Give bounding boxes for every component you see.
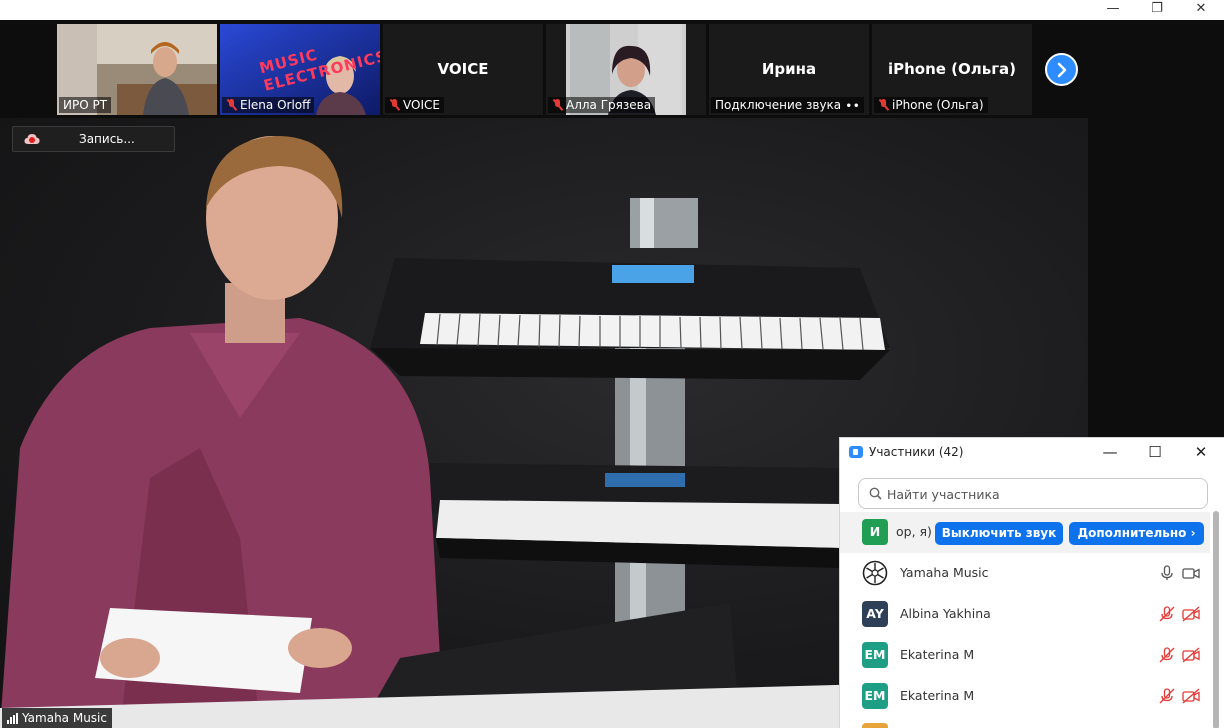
thumbnail-label: Подключение звука ∙∙ [711,97,864,113]
microphone-icon[interactable] [1158,565,1176,581]
close-button[interactable]: ✕ [1178,0,1224,20]
participant-name: Yamaha Music [900,565,989,580]
participant-search[interactable] [858,478,1208,509]
thumbnail-tile[interactable]: Ирина Подключение звука ∙∙ [709,24,869,115]
camera-off-icon[interactable] [1182,647,1200,663]
participants-panel: Участники (42) — ☐ ✕ И ор, я) Выключить … [839,437,1224,728]
thumbnail-label: iPhone (Ольга) [874,97,988,113]
camera-icon[interactable] [1182,565,1200,581]
next-page-button[interactable] [1045,53,1078,86]
signal-strength-icon [7,712,18,724]
chevron-right-icon [1057,62,1067,78]
mic-muted-icon [878,99,889,111]
minimize-button[interactable]: — [1090,0,1136,20]
window-title-bar: — ❐ ✕ [0,0,1224,20]
thumbnail-label: ИРО РТ [59,97,112,113]
recording-label: Запись... [79,132,135,146]
thumbnail-video[interactable]: Алла Грязева [546,24,706,115]
thumbnail-tile[interactable]: iPhone (Ольга) iPhone (Ольга) [872,24,1032,115]
participant-name-large: iPhone (Ольга) [887,60,1017,78]
avatar: EM [862,683,888,709]
avatar: EM [862,642,888,668]
mic-muted-icon [226,99,237,111]
panel-maximize-button[interactable]: ☐ [1143,441,1167,465]
avatar: И [862,519,888,545]
participant-row[interactable]: EM Ekaterina M [840,635,1210,676]
speaker-name-label: Yamaha Music [2,708,112,728]
search-input[interactable] [887,485,1187,503]
yamaha-logo-icon [862,560,888,586]
thumbnail-tile[interactable]: VOICE VOICE [383,24,543,115]
participants-scrollbar[interactable] [1213,511,1219,728]
mic-muted-icon [389,99,400,111]
mic-muted-icon [552,99,563,111]
cloud-record-icon [24,134,40,144]
panel-minimize-button[interactable]: — [1098,441,1122,465]
thumbnail-video[interactable]: ИРО РТ [57,24,217,115]
more-button[interactable]: Дополнительно › [1069,522,1204,545]
participants-title: Участники (42) [869,445,964,459]
avatar: AY [862,601,888,627]
panel-close-button[interactable]: ✕ [1189,441,1213,465]
mute-button[interactable]: Выключить звук [935,522,1063,545]
thumbnail-video[interactable]: MUSIC ELECTRONICS Elena Orloff [220,24,380,115]
microphone-muted-icon[interactable] [1158,606,1176,622]
zoom-logo-icon [849,446,863,458]
participant-name: Albina Yakhina [900,606,991,621]
microphone-muted-icon[interactable] [1158,647,1176,663]
participant-row[interactable]: AY Albina Yakhina [840,594,1210,635]
participant-row[interactable]: EM Ekaterina M [840,676,1210,717]
recording-indicator[interactable]: Запись... [12,126,175,152]
restore-button[interactable]: ❐ [1134,0,1180,20]
participant-row[interactable]: Yamaha Music [840,553,1210,594]
participant-name-large: VOICE [437,60,489,78]
thumbnail-label: Elena Orloff [222,97,315,113]
camera-off-icon[interactable] [1182,688,1200,704]
scrollbar-thumb[interactable] [1213,511,1219,728]
avatar [862,723,888,728]
thumbnail-label: Алла Грязева [548,97,656,113]
participant-name: ор, я) [896,524,932,539]
search-icon [869,487,882,500]
participant-name: Ekaterina M [900,688,975,703]
participant-name-large: Ирина [761,60,817,78]
participant-name: Ekaterina M [900,647,975,662]
thumbnail-label: VOICE [385,97,444,113]
speaker-name: Yamaha Music [22,711,107,725]
camera-off-icon[interactable] [1182,606,1200,622]
participants-panel-header: Участники (42) — ☐ ✕ [840,438,1224,468]
microphone-muted-icon[interactable] [1158,688,1176,704]
